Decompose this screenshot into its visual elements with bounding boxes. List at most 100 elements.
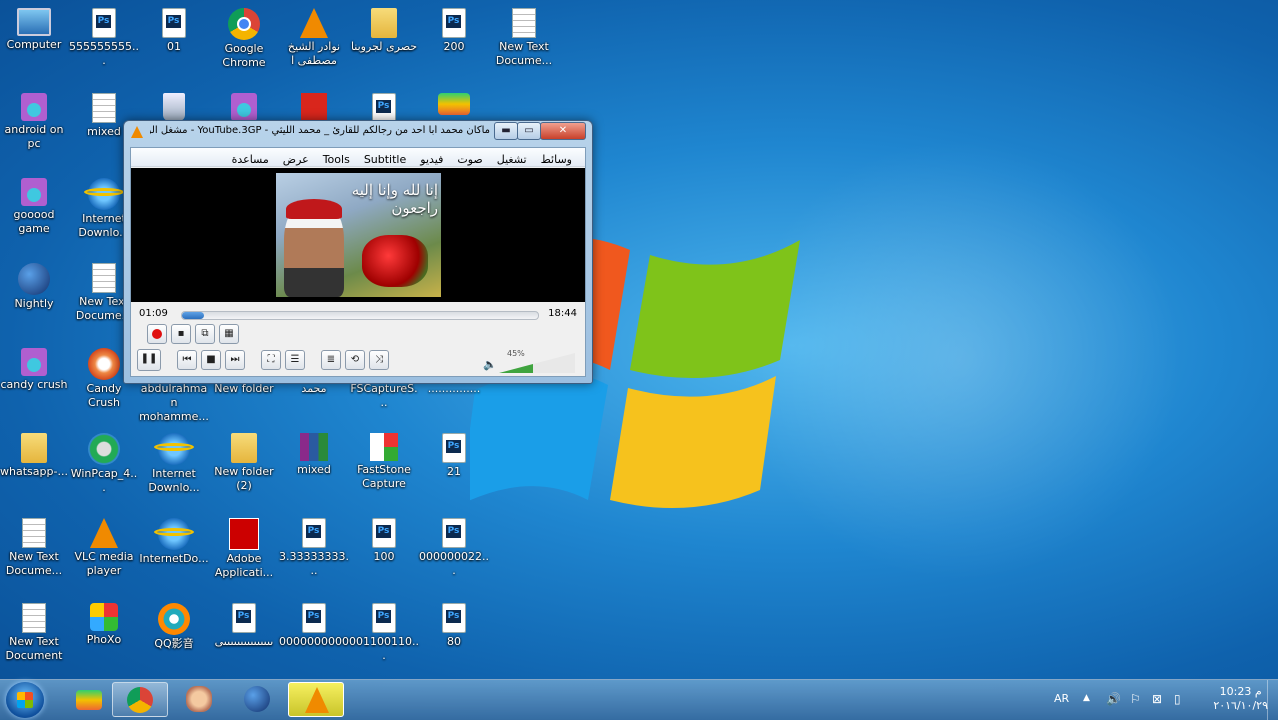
desktop-icon[interactable]: 000000022...	[419, 518, 489, 578]
desktop-icon-label: Adobe Applicati...	[214, 552, 274, 579]
desktop-icon[interactable]: New Text Document	[0, 603, 69, 663]
taskbar-nightly[interactable]	[230, 682, 286, 717]
taskbar-bluestacks[interactable]	[62, 682, 118, 717]
playlist-button[interactable]: ≣	[321, 350, 341, 370]
desktop-icon[interactable]: Internet Downlo...	[139, 433, 209, 495]
desktop-icon[interactable]: New Text Docume...	[0, 518, 69, 578]
minimize-button[interactable]: ▬	[494, 122, 518, 140]
menu-tools[interactable]: Tools	[316, 150, 357, 166]
start-button[interactable]	[6, 682, 44, 718]
wincap-icon	[88, 433, 120, 465]
menu-media[interactable]: وسائط	[534, 150, 579, 166]
desktop-icon[interactable]	[419, 93, 489, 117]
desktop-icon-label: Google Chrome	[222, 42, 266, 69]
equalizer-icon: ☰	[290, 354, 300, 365]
close-button[interactable]: ✕	[540, 122, 586, 140]
desktop-icon[interactable]: New Text Docume...	[489, 8, 559, 68]
desktop-icon[interactable]: Computer	[0, 8, 69, 52]
desktop-icon[interactable]: 001100110...	[349, 603, 419, 663]
globe-icon	[244, 686, 270, 712]
taskbar-chrome[interactable]	[112, 682, 168, 717]
recycle-bin-icon	[163, 93, 185, 121]
menu-video[interactable]: فيديو	[413, 150, 450, 166]
video-area[interactable]: إنا لله وإنا إليه راجعون	[131, 168, 585, 302]
menu-audio[interactable]: صوت	[450, 150, 489, 166]
desktop-icon[interactable]: 200	[419, 8, 489, 54]
desktop-icon[interactable]: 555555555...	[69, 8, 139, 68]
extended-settings-button[interactable]: ☰	[285, 350, 305, 370]
fullscreen-button[interactable]: ⛶	[261, 350, 281, 370]
vlc-window[interactable]: ماكان محمد أبا أحد من رجالكم للقارئ _ مح…	[123, 120, 593, 384]
menu-subtitle[interactable]: Subtitle	[357, 150, 413, 166]
desktop-icon[interactable]: FastStone Capture	[349, 433, 419, 491]
record-button[interactable]	[147, 324, 167, 344]
menu-help[interactable]: مساعدة	[225, 150, 276, 166]
desktop-icon[interactable]: 3.33333333...	[279, 518, 349, 578]
desktop-icon[interactable]: PhoXo	[69, 603, 139, 647]
pause-icon: ❚❚	[140, 353, 158, 364]
desktop-icon[interactable]: Google Chrome	[209, 8, 279, 70]
desktop-icon[interactable]: WinPcap_4...	[69, 433, 139, 495]
power-icon[interactable]: ▯	[1174, 692, 1181, 706]
desktop-icon[interactable]: ىىىىىىىىىىىىىىىى	[209, 603, 279, 649]
desktop-icon[interactable]: InternetDo...	[139, 518, 209, 566]
loop-ab-button[interactable]: ⧉	[195, 324, 215, 344]
winrar-icon	[300, 433, 328, 461]
psd-file-icon	[232, 603, 256, 633]
desktop-icon[interactable]: mixed	[279, 433, 349, 477]
volume-tray-icon[interactable]: 🔊	[1106, 692, 1121, 706]
desktop-icon[interactable]: Adobe Applicati...	[209, 518, 279, 580]
seek-bar[interactable]	[181, 311, 539, 320]
desktop-icon-label: FastStone Capture	[357, 463, 411, 490]
previous-button[interactable]: ⏮	[177, 350, 197, 370]
menu-playback[interactable]: تشغيل	[490, 150, 534, 166]
camera-icon: ▪	[177, 328, 185, 339]
desktop-icon-label: 200	[443, 40, 465, 53]
desktop-icon[interactable]: حصرى لجروبنا	[349, 8, 419, 54]
language-indicator[interactable]: AR	[1054, 692, 1069, 705]
snapshot-button[interactable]: ▪	[171, 324, 191, 344]
frame-step-button[interactable]: ▦	[219, 324, 239, 344]
seek-bar-fill	[182, 312, 205, 319]
desktop-icon[interactable]: android on pc	[0, 93, 69, 151]
desktop-icon[interactable]: VLC media player	[69, 518, 139, 578]
clock[interactable]: 10:23 م ٢٠١٦/١٠/٢٩	[1213, 685, 1268, 713]
desktop-icon[interactable]: whatsapp-...	[0, 433, 69, 479]
show-hidden-icons-button[interactable]: ▲	[1083, 693, 1090, 703]
shuffle-button[interactable]: ⤨	[369, 350, 389, 370]
desktop-icon-label: abdulrahman mohamme...	[139, 382, 209, 423]
faststone-icon	[370, 433, 398, 461]
desktop-icon[interactable]: QQ影音	[139, 603, 209, 651]
menu-view[interactable]: عرض	[276, 150, 316, 166]
show-desktop-button[interactable]	[1267, 680, 1278, 720]
desktop-icon[interactable]	[209, 93, 279, 123]
pause-button[interactable]: ❚❚	[137, 349, 161, 371]
desktop-icon[interactable]: New folder (2)	[209, 433, 279, 493]
volume-control[interactable]: 🔈 45%	[483, 349, 577, 375]
desktop-icon[interactable]: gooood game	[0, 178, 69, 236]
next-button[interactable]: ⏭	[225, 350, 245, 370]
maximize-button[interactable]: ▭	[517, 122, 541, 140]
taskbar-vlc[interactable]	[288, 682, 344, 717]
desktop-icon-label: New folder	[214, 382, 274, 395]
desktop-icon[interactable]: 80	[419, 603, 489, 649]
candy-icon	[88, 348, 120, 380]
desktop-icon[interactable]: 0000000000	[279, 603, 349, 649]
desktop-icon[interactable]: Nightly	[0, 263, 69, 311]
desktop-icon[interactable]: 01	[139, 8, 209, 54]
stop-button[interactable]: ■	[201, 350, 221, 370]
vlc-titlebar[interactable]: ماكان محمد أبا أحد من رجالكم للقارئ _ مح…	[124, 121, 592, 143]
desktop-icon[interactable]: نوادر الشيخ مصطفى ا	[279, 8, 349, 68]
desktop-icon[interactable]: 100	[349, 518, 419, 564]
desktop-icon[interactable]: candy crush	[0, 348, 69, 392]
desktop-icon[interactable]: 21	[419, 433, 489, 479]
desktop-icon[interactable]	[139, 93, 209, 123]
taskbar-clipper[interactable]	[172, 682, 228, 717]
loop-button[interactable]: ⟲	[345, 350, 365, 370]
psd-file-icon	[442, 603, 466, 633]
network-icon[interactable]: ⊠	[1152, 692, 1162, 706]
action-center-icon[interactable]: ⚐	[1130, 692, 1141, 706]
desktop-icon-label: 000000022...	[419, 550, 489, 577]
desktop-icon-label: نوادر الشيخ مصطفى ا	[287, 40, 341, 67]
desktop-icon-label: 80	[447, 635, 461, 648]
